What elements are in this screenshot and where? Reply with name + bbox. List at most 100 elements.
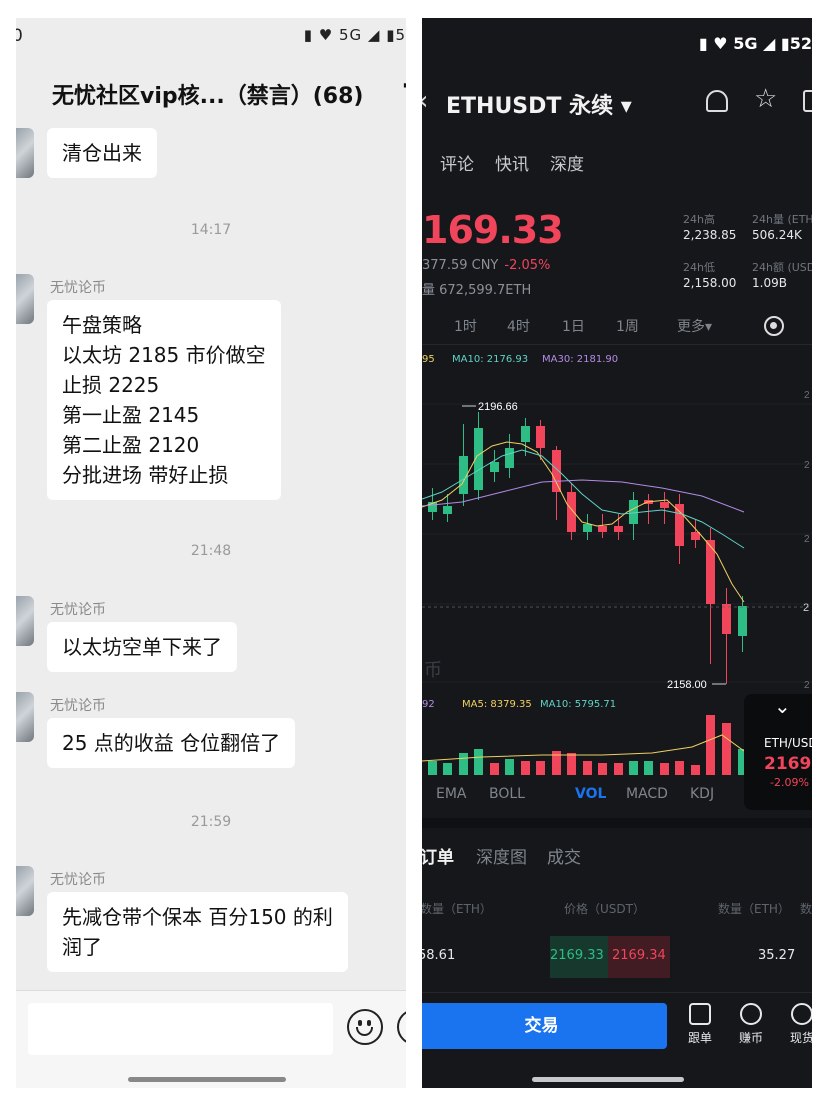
status-icons: ▮ ♥ 5G ◢ ▮5	[303, 26, 406, 44]
avatar[interactable]	[16, 866, 34, 916]
tab-news[interactable]: 快讯	[495, 150, 529, 175]
nav-spot[interactable]: 现货	[780, 1003, 812, 1046]
copy-trade-icon	[689, 1003, 711, 1025]
message-line: 以太坊空单下来了	[62, 635, 222, 659]
bid-price[interactable]: 2169.33	[550, 948, 604, 963]
top-tabs: 评论 快讯 深度	[422, 150, 812, 180]
avatar[interactable]	[16, 274, 34, 324]
candle-body	[598, 526, 607, 532]
screenshot-composite: 0 ▮ ♥ 5G ◢ ▮5 无忧社区vip核...（禁言）(68) · 清仓出来…	[0, 0, 828, 1105]
stat-low-label: 24h低	[683, 261, 715, 274]
share-icon[interactable]	[803, 90, 812, 112]
back-icon[interactable]: ‹	[422, 86, 428, 116]
volume-chart	[422, 715, 744, 775]
col-price: 价格（USDT）	[564, 902, 645, 916]
tab-boll[interactable]: BOLL	[489, 786, 525, 802]
emoji-eye	[367, 1020, 371, 1026]
volume-bar	[536, 761, 545, 775]
tab-macd[interactable]: MACD	[626, 786, 668, 802]
tf-4h[interactable]: 4时	[507, 316, 530, 336]
candle-body	[614, 526, 623, 532]
status-bar: 0 ▮ ♥ 5G ◢ ▮5	[16, 18, 406, 54]
candle-body	[443, 506, 452, 514]
settings-icon[interactable]	[764, 316, 784, 336]
col-edge: 数	[800, 902, 812, 916]
candle-body	[505, 448, 514, 468]
volume-bar	[521, 761, 530, 775]
candlestick-chart[interactable]: 2196.66 2158.00 币 2 2 2 2 2 04-09 18:00 …	[422, 364, 812, 694]
nav-earn[interactable]: 赚币	[729, 1003, 773, 1046]
high-price-label: 2196.66	[478, 401, 518, 413]
tab-depth-chart[interactable]: 深度图	[476, 843, 527, 868]
volume-bar	[614, 763, 623, 775]
volume-bar	[722, 723, 731, 775]
tf-1w[interactable]: 1周	[616, 316, 639, 336]
message-bubble: 先减仓带个保本 百分150 的利 润了	[47, 892, 348, 972]
y-tick: 2	[804, 534, 810, 545]
bottom-bar: 交易 跟单 赚币 现货	[422, 992, 812, 1088]
status-left: 0	[16, 26, 23, 46]
plus-icon[interactable]	[397, 1009, 406, 1045]
candle-body	[521, 426, 530, 442]
price-cny-row: 377.59 CNY -2.05%	[422, 258, 550, 273]
chat-title[interactable]: 无忧社区vip核...（禁言）(68)	[52, 78, 363, 110]
volume-bar	[598, 763, 607, 775]
tab-trades[interactable]: 成交	[547, 843, 581, 868]
chat-screen: 0 ▮ ♥ 5G ◢ ▮5 无忧社区vip核...（禁言）(68) · 清仓出来…	[16, 18, 406, 1088]
trade-button[interactable]: 交易	[422, 1003, 667, 1049]
symbol-title[interactable]: ETHUSDT 永续 ▾	[446, 88, 632, 120]
candle-body	[629, 500, 638, 524]
timeframe-bar: 1时 4时 1日 1周 更多▾	[422, 314, 812, 342]
message-line: 止损 2225	[62, 373, 160, 397]
section-gap	[422, 818, 812, 828]
vol-ma10-legend: MA10: 5795.71	[540, 699, 617, 710]
chevron-down-icon[interactable]: ⌄	[774, 694, 791, 718]
tab-ema[interactable]: EMA	[436, 786, 467, 802]
volume-bar	[691, 765, 700, 775]
more-icon[interactable]: ·	[402, 74, 406, 99]
avatar[interactable]	[16, 128, 34, 178]
ask-price[interactable]: 2169.34	[612, 948, 666, 963]
message-bubble: 清仓出来	[47, 128, 157, 178]
vol-ma5-legend: MA5: 8379.35	[462, 699, 532, 710]
bell-icon[interactable]	[706, 90, 728, 112]
status-icons: ▮ ♥ 5G ◢ ▮52	[698, 34, 812, 53]
nav-label: 跟单	[687, 1031, 712, 1045]
volume-bar	[443, 763, 452, 775]
volume-bar	[428, 761, 437, 775]
tab-kdj[interactable]: KDJ	[690, 786, 714, 802]
tab-orderbook[interactable]: 订单	[422, 843, 454, 868]
avatar[interactable]	[16, 596, 34, 646]
tf-1d[interactable]: 1日	[562, 316, 585, 336]
home-indicator[interactable]	[532, 1077, 684, 1082]
candle-body	[490, 462, 499, 472]
candle-body	[660, 502, 669, 508]
vol-ma-line	[422, 734, 744, 762]
mini-ticker[interactable]: ⌄ ETH/USD 2169.4 -2.09%	[744, 694, 812, 810]
col-bid-qty: 数量（ETH）	[422, 902, 492, 916]
message-line: 25 点的收益 仓位翻倍了	[62, 731, 281, 755]
emoji-icon[interactable]	[347, 1009, 383, 1045]
message-input[interactable]	[28, 1003, 333, 1055]
star-icon[interactable]: ☆	[754, 84, 777, 114]
volume-bar	[474, 749, 483, 775]
tab-depth[interactable]: 深度	[550, 150, 584, 175]
tf-more[interactable]: 更多▾	[677, 316, 712, 336]
volume-bar	[583, 761, 592, 775]
stat-high: 2,238.85	[683, 228, 737, 242]
bid-qty[interactable]: 58.61	[422, 948, 455, 963]
message-line: 先减仓带个保本 百分150 的利	[62, 905, 333, 929]
tf-1h[interactable]: 1时	[454, 316, 477, 336]
message-bubble: 午盘策略 以太坊 2185 市价做空 止损 2225 第一止盈 2145 第二止…	[47, 300, 281, 500]
stat-vol: 506.24K	[752, 228, 802, 242]
volume-bar	[629, 761, 638, 775]
tab-comments[interactable]: 评论	[440, 150, 474, 175]
home-indicator[interactable]	[128, 1077, 286, 1082]
tab-vol[interactable]: VOL	[575, 786, 606, 802]
nav-copy-trade[interactable]: 跟单	[678, 1003, 722, 1046]
mini-symbol: ETH/USD	[764, 736, 812, 750]
nav-label: 赚币	[738, 1031, 763, 1045]
avatar[interactable]	[16, 692, 34, 742]
stat-vol-label: 24h量 (ETH	[752, 213, 812, 226]
ask-qty[interactable]: 35.27	[758, 948, 795, 963]
